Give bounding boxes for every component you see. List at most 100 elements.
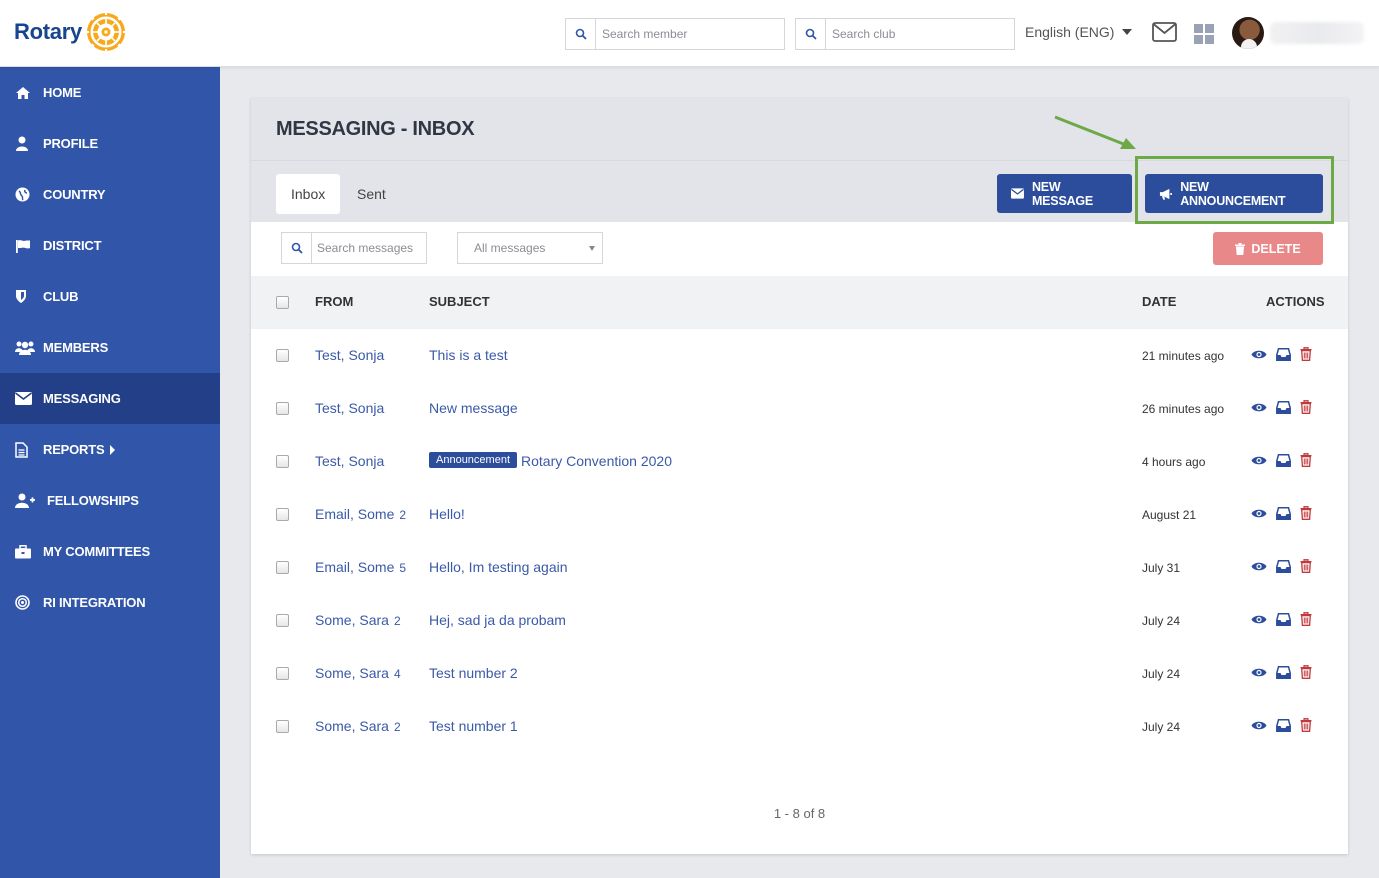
search-messages-input[interactable] xyxy=(312,241,422,255)
subject-text[interactable]: Hello! xyxy=(429,506,465,522)
subject-text[interactable]: Hello, Im testing again xyxy=(429,559,568,575)
column-header-subject[interactable]: SUBJECT xyxy=(429,294,490,309)
archive-inbox-icon[interactable] xyxy=(1276,400,1291,414)
row-from[interactable]: Some, Sara 2 xyxy=(315,612,401,628)
trash-icon[interactable] xyxy=(1300,612,1312,626)
subject-text[interactable]: New message xyxy=(429,400,518,416)
row-from[interactable]: Test, Sonja xyxy=(315,453,389,469)
search-icon[interactable] xyxy=(796,19,826,49)
row-subject[interactable]: New message xyxy=(429,400,518,416)
eye-icon[interactable] xyxy=(1251,614,1267,625)
row-checkbox[interactable] xyxy=(276,349,289,362)
column-header-date[interactable]: DATE xyxy=(1142,294,1176,309)
sidebar-item-fellowships[interactable]: FELLOWSHIPS xyxy=(0,475,220,526)
row-checkbox[interactable] xyxy=(276,402,289,415)
eye-icon[interactable] xyxy=(1251,508,1267,519)
eye-icon[interactable] xyxy=(1251,455,1267,466)
sidebar-item-messaging[interactable]: MESSAGING xyxy=(0,373,220,424)
subject-text[interactable]: Rotary Convention 2020 xyxy=(521,453,672,469)
sender-name[interactable]: Test, Sonja xyxy=(315,347,384,363)
user-avatar[interactable] xyxy=(1232,17,1264,49)
row-subject[interactable]: Announcement Rotary Convention 2020 xyxy=(429,452,672,469)
search-icon[interactable] xyxy=(282,233,312,263)
table-row[interactable]: Some, Sara 4 Test number 2 July 24 xyxy=(251,647,1348,700)
eye-icon[interactable] xyxy=(1251,349,1267,360)
sidebar-item-country[interactable]: COUNTRY xyxy=(0,169,220,220)
sidebar-item-ri-integration[interactable]: RI INTEGRATION xyxy=(0,577,220,628)
archive-inbox-icon[interactable] xyxy=(1276,665,1291,679)
sidebar-item-club[interactable]: CLUB xyxy=(0,271,220,322)
table-row[interactable]: Email, Some 2 Hello! August 21 xyxy=(251,488,1348,541)
row-from[interactable]: Some, Sara 2 xyxy=(315,718,401,734)
user-name-blurred[interactable] xyxy=(1270,22,1364,44)
sidebar-item-reports[interactable]: REPORTS xyxy=(0,424,220,475)
archive-inbox-icon[interactable] xyxy=(1276,612,1291,626)
sender-name[interactable]: Some, Sara xyxy=(315,718,389,734)
sender-name[interactable]: Email, Some xyxy=(315,506,394,522)
sender-name[interactable]: Test, Sonja xyxy=(315,453,384,469)
trash-icon[interactable] xyxy=(1300,718,1312,732)
sidebar-item-profile[interactable]: PROFILE xyxy=(0,118,220,169)
archive-inbox-icon[interactable] xyxy=(1276,718,1291,732)
sidebar-item-home[interactable]: HOME xyxy=(0,67,220,118)
table-row[interactable]: Some, Sara 2 Test number 1 July 24 xyxy=(251,700,1348,753)
trash-icon[interactable] xyxy=(1300,559,1312,573)
tab-inbox[interactable]: Inbox xyxy=(276,174,341,214)
table-row[interactable]: Test, Sonja This is a test 21 minutes ago xyxy=(251,329,1348,382)
row-checkbox[interactable] xyxy=(276,614,289,627)
delete-button[interactable]: DELETE xyxy=(1213,232,1323,265)
archive-inbox-icon[interactable] xyxy=(1276,506,1291,520)
sidebar-item-district[interactable]: DISTRICT xyxy=(0,220,220,271)
sender-name[interactable]: Email, Some xyxy=(315,559,394,575)
row-checkbox[interactable] xyxy=(276,508,289,521)
row-subject[interactable]: Hej, sad ja da probam xyxy=(429,612,566,628)
row-subject[interactable]: Hello! xyxy=(429,506,465,522)
new-message-button[interactable]: NEW MESSAGE xyxy=(997,174,1132,213)
select-all-checkbox[interactable] xyxy=(276,296,289,309)
eye-icon[interactable] xyxy=(1251,667,1267,678)
row-from[interactable]: Email, Some 2 xyxy=(315,506,406,522)
subject-text[interactable]: This is a test xyxy=(429,347,508,363)
mail-icon[interactable] xyxy=(1152,22,1177,42)
eye-icon[interactable] xyxy=(1251,402,1267,413)
sidebar-item-my-committees[interactable]: MY COMMITTEES xyxy=(0,526,220,577)
subject-text[interactable]: Test number 2 xyxy=(429,665,518,681)
archive-inbox-icon[interactable] xyxy=(1276,559,1291,573)
row-checkbox[interactable] xyxy=(276,455,289,468)
rotary-logo[interactable]: Rotary xyxy=(14,10,128,54)
message-filter-select[interactable]: All messages xyxy=(457,232,603,264)
trash-icon[interactable] xyxy=(1300,453,1312,467)
table-row[interactable]: Test, Sonja Announcement Rotary Convention… xyxy=(251,435,1348,488)
archive-inbox-icon[interactable] xyxy=(1276,347,1291,361)
archive-inbox-icon[interactable] xyxy=(1276,453,1291,467)
eye-icon[interactable] xyxy=(1251,720,1267,731)
apps-grid-icon[interactable] xyxy=(1194,24,1214,44)
table-row[interactable]: Email, Some 5 Hello, Im testing again July … xyxy=(251,541,1348,594)
sidebar-item-members[interactable]: MEMBERS xyxy=(0,322,220,373)
row-subject[interactable]: This is a test xyxy=(429,347,508,363)
trash-icon[interactable] xyxy=(1300,400,1312,414)
tab-sent[interactable]: Sent xyxy=(342,174,401,214)
table-row[interactable]: Test, Sonja New message 26 minutes ago xyxy=(251,382,1348,435)
trash-icon[interactable] xyxy=(1300,665,1312,679)
row-subject[interactable]: Test number 2 xyxy=(429,665,518,681)
row-checkbox[interactable] xyxy=(276,561,289,574)
row-checkbox[interactable] xyxy=(276,667,289,680)
row-checkbox[interactable] xyxy=(276,720,289,733)
search-club-input[interactable] xyxy=(826,27,1006,41)
row-from[interactable]: Email, Some 5 xyxy=(315,559,406,575)
search-icon[interactable] xyxy=(566,19,596,49)
search-member-input[interactable] xyxy=(596,27,776,41)
sender-name[interactable]: Test, Sonja xyxy=(315,400,384,416)
trash-icon[interactable] xyxy=(1300,347,1312,361)
sender-name[interactable]: Some, Sara xyxy=(315,612,389,628)
subject-text[interactable]: Test number 1 xyxy=(429,718,518,734)
language-selector[interactable]: English (ENG) xyxy=(1025,24,1133,40)
row-from[interactable]: Test, Sonja xyxy=(315,400,389,416)
row-from[interactable]: Some, Sara 4 xyxy=(315,665,401,681)
row-subject[interactable]: Test number 1 xyxy=(429,718,518,734)
subject-text[interactable]: Hej, sad ja da probam xyxy=(429,612,566,628)
sender-name[interactable]: Some, Sara xyxy=(315,665,389,681)
trash-icon[interactable] xyxy=(1300,506,1312,520)
row-subject[interactable]: Hello, Im testing again xyxy=(429,559,568,575)
